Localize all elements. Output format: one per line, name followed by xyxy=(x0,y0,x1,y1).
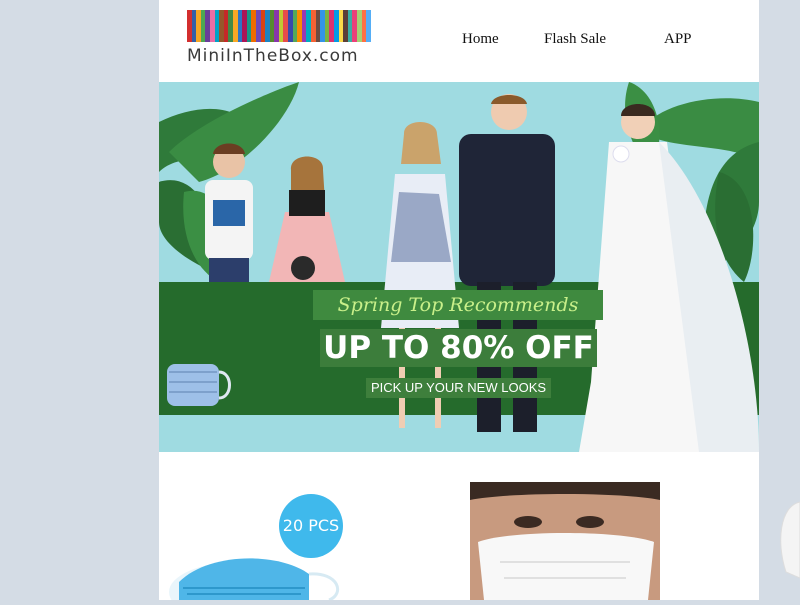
logo-stripe xyxy=(200,10,206,42)
banner-discount: UP TO 80% OFF xyxy=(320,329,597,367)
logo-stripe xyxy=(209,10,215,42)
logo-stripes xyxy=(187,10,371,42)
nav-app[interactable]: APP xyxy=(664,31,692,48)
hero-banner[interactable]: Spring Top Recommends UP TO 80% OFF PICK… xyxy=(159,82,759,452)
site-header: MiniInTheBox.com Home Flash Sale APP xyxy=(159,0,759,82)
logo-stripe xyxy=(274,10,279,42)
logo-stripe xyxy=(292,10,298,42)
logo-stripe xyxy=(356,10,362,42)
logo-stripe xyxy=(246,10,252,42)
product-card-partial[interactable] xyxy=(776,482,800,600)
logo-stripe xyxy=(228,10,233,42)
page-container: MiniInTheBox.com Home Flash Sale APP Spr… xyxy=(159,0,759,600)
logo-stripe xyxy=(329,10,334,42)
banner-cta[interactable]: PICK UP YOUR NEW LOOKS xyxy=(366,378,551,398)
face-mask-white-model-icon xyxy=(470,482,660,600)
pcs-badge: 20 PCS xyxy=(279,494,343,558)
nav-flash-sale[interactable]: Flash Sale xyxy=(544,31,606,48)
banner-headline-script: Spring Top Recommends xyxy=(313,290,603,320)
logo-stripe xyxy=(219,10,224,42)
logo-stripe xyxy=(311,10,316,42)
logo-stripe xyxy=(301,10,307,42)
logo-stripe xyxy=(191,10,197,42)
logo-stripe xyxy=(283,10,289,42)
logo-stripe xyxy=(347,10,353,42)
product-card-white-mask[interactable] xyxy=(470,482,660,600)
product-row: 20 PCS xyxy=(159,452,759,600)
logo-stripe xyxy=(366,10,371,42)
product-card-blue-masks[interactable]: 20 PCS xyxy=(169,482,355,600)
nav-home[interactable]: Home xyxy=(462,31,499,48)
logo-text: MiniInTheBox.com xyxy=(187,46,359,66)
face-mask-partial-icon xyxy=(780,501,800,579)
site-logo[interactable]: MiniInTheBox.com xyxy=(187,10,371,68)
model-girl xyxy=(269,156,345,282)
logo-stripe xyxy=(255,10,261,42)
logo-stripe xyxy=(237,10,243,42)
logo-stripe xyxy=(265,10,270,42)
logo-stripe xyxy=(338,10,344,42)
logo-stripe xyxy=(320,10,325,42)
